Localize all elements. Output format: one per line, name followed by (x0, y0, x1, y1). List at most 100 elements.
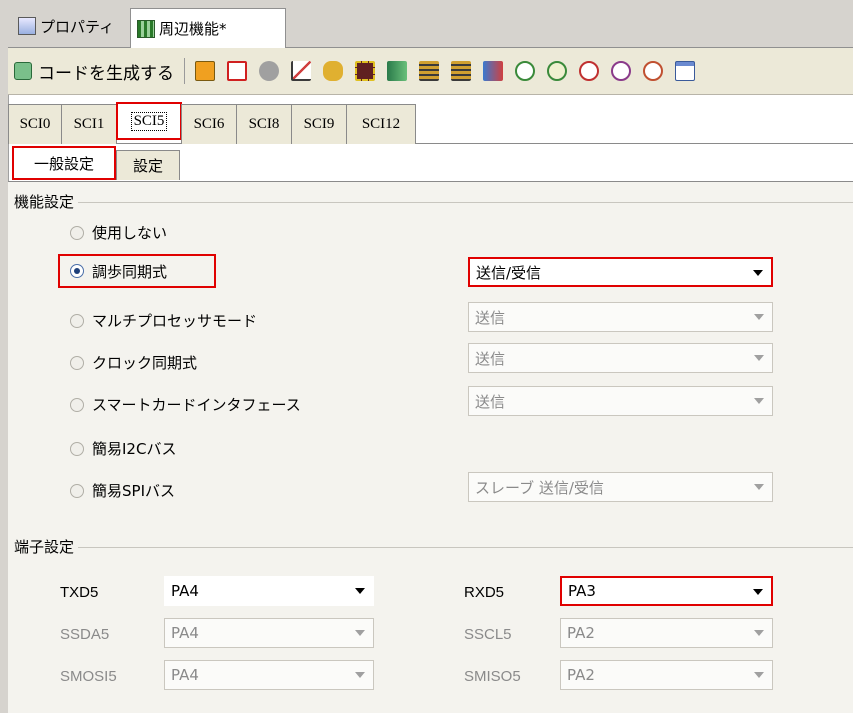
tab-sci6-label: SCI6 (193, 116, 225, 132)
radio-smartcard-label: スマートカードインタフェース (92, 396, 301, 414)
component-icon[interactable] (259, 61, 279, 81)
toolbar-separator (184, 58, 185, 84)
transfer-icon[interactable] (483, 61, 503, 81)
ssda-pin-select: PA4 (164, 618, 374, 648)
chevron-down-icon (754, 398, 764, 404)
chevron-down-icon (754, 630, 764, 636)
radio-spi-button[interactable] (70, 483, 84, 498)
smosi-pin-value: PA4 (171, 666, 199, 684)
red-box-icon[interactable] (227, 61, 247, 81)
hierarchy-icon[interactable] (195, 61, 215, 81)
radio-multiproc-label: マルチプロセッサモード (92, 312, 258, 330)
chip-icon[interactable] (355, 61, 375, 81)
settings-panel: 機能設定 使用しない 調歩同期式 送信/受信 マルチプロセッサモード 送信 クロ… (8, 182, 853, 713)
smiso-pin-value: PA2 (567, 666, 595, 684)
async-mode-select[interactable]: 送信/受信 (468, 257, 773, 287)
tab-peripheral[interactable]: 周辺機能* (130, 8, 286, 48)
radio-async-button[interactable] (70, 264, 84, 278)
smartcard-mode-value: 送信 (475, 392, 506, 411)
tab-settings[interactable]: 設定 (116, 150, 180, 180)
tab-sci6[interactable]: SCI6 (181, 104, 237, 144)
chevron-down-icon (754, 672, 764, 678)
chevron-down-icon (355, 588, 365, 594)
pin-icon[interactable] (387, 61, 407, 81)
sscl-label: SSCL5 (464, 626, 512, 643)
chevron-down-icon (355, 672, 365, 678)
chevron-down-icon (754, 484, 764, 490)
tab-peripheral-label: 周辺機能* (159, 20, 227, 38)
clock-icon-4[interactable] (611, 61, 631, 81)
peripheral-window: プロパティ 周辺機能* コードを生成する SCI0 SCI1 SCI5 SCI6… (0, 0, 853, 713)
radio-smartcard[interactable]: スマートカードインタフェース (70, 394, 301, 415)
clock-icon-3[interactable] (579, 61, 599, 81)
chevron-down-icon (355, 630, 365, 636)
clock-sync-mode-select: 送信 (468, 343, 773, 373)
function-group-line (12, 202, 853, 203)
ssda-label: SSDA5 (60, 626, 110, 643)
radio-i2c[interactable]: 簡易I2Cバス (70, 438, 176, 459)
clock-icon-5[interactable] (643, 61, 663, 81)
tab-general-settings[interactable]: 一般設定 (12, 146, 116, 180)
group-a-icon[interactable] (419, 61, 439, 81)
radio-clock-sync-label: クロック同期式 (92, 354, 198, 372)
tab-sci12[interactable]: SCI12 (346, 104, 416, 144)
clock-sync-mode-value: 送信 (475, 349, 506, 368)
sci-tab-bar: SCI0 SCI1 SCI5 SCI6 SCI8 SCI9 SCI12 (8, 102, 416, 144)
tab-properties[interactable]: プロパティ (12, 8, 128, 44)
spi-mode-select: スレーブ 送信/受信 (468, 472, 773, 502)
tool-icon[interactable] (323, 61, 343, 81)
multiproc-mode-value: 送信 (475, 308, 506, 327)
radio-multiproc-button[interactable] (70, 313, 84, 328)
chevron-down-icon (753, 589, 763, 595)
clock-icon-2[interactable] (547, 61, 567, 81)
radio-clock-sync-button[interactable] (70, 355, 84, 370)
tab-sci12-label: SCI12 (361, 116, 401, 132)
radio-i2c-button[interactable] (70, 441, 84, 456)
sscl-pin-value: PA2 (567, 624, 595, 642)
txd-pin-value: PA4 (171, 582, 199, 600)
peripheral-icon (137, 19, 155, 38)
tab-general-settings-label: 一般設定 (33, 154, 94, 173)
radio-unused-button[interactable] (70, 225, 84, 240)
rxd-pin-select[interactable]: PA3 (560, 576, 773, 606)
txd-label: TXD5 (60, 584, 99, 601)
multiproc-mode-select: 送信 (468, 302, 773, 332)
async-mode-value: 送信/受信 (476, 263, 542, 282)
radio-async[interactable]: 調歩同期式 (58, 254, 216, 288)
group-b-icon[interactable] (451, 61, 471, 81)
smosi-pin-select: PA4 (164, 660, 374, 690)
tab-sci8-label: SCI8 (248, 116, 280, 132)
radio-i2c-label: 簡易I2Cバス (92, 440, 177, 458)
sub-tab-bar: 一般設定 設定 (12, 146, 180, 182)
rxd-label: RXD5 (464, 584, 505, 601)
tab-sci0-label: SCI0 (19, 116, 51, 132)
radio-spi[interactable]: 簡易SPIバス (70, 480, 175, 501)
radio-spi-label: 簡易SPIバス (92, 482, 175, 500)
clock-icon-1[interactable] (515, 61, 535, 81)
radio-unused[interactable]: 使用しない (70, 222, 167, 243)
tab-properties-label: プロパティ (40, 17, 115, 36)
radio-async-label: 調歩同期式 (92, 262, 168, 281)
chart-icon[interactable] (291, 61, 311, 81)
tab-sci5[interactable]: SCI5 (116, 102, 182, 140)
toolbar-icons (195, 61, 695, 81)
pin-settings-title: 端子設定 (12, 536, 79, 557)
smartcard-mode-select: 送信 (468, 386, 773, 416)
tab-sci0[interactable]: SCI0 (8, 104, 62, 144)
sscl-pin-select: PA2 (560, 618, 773, 648)
txd-pin-select[interactable]: PA4 (164, 576, 374, 606)
tab-sci9[interactable]: SCI9 (291, 104, 347, 144)
toolbar: コードを生成する (8, 48, 853, 95)
tab-sci8[interactable]: SCI8 (236, 104, 292, 144)
radio-smartcard-button[interactable] (70, 397, 84, 412)
radio-multiproc[interactable]: マルチプロセッサモード (70, 310, 257, 331)
tab-sci9-label: SCI9 (303, 116, 335, 132)
window-icon[interactable] (675, 61, 695, 81)
smiso-label: SMISO5 (464, 668, 521, 685)
spi-mode-value: スレーブ 送信/受信 (475, 478, 604, 497)
tab-sci1[interactable]: SCI1 (61, 104, 117, 144)
generate-code-button[interactable]: コードを生成する (14, 59, 174, 84)
tab-sci1-label: SCI1 (73, 116, 105, 132)
radio-clock-sync[interactable]: クロック同期式 (70, 352, 197, 373)
tab-settings-label: 設定 (132, 157, 163, 175)
